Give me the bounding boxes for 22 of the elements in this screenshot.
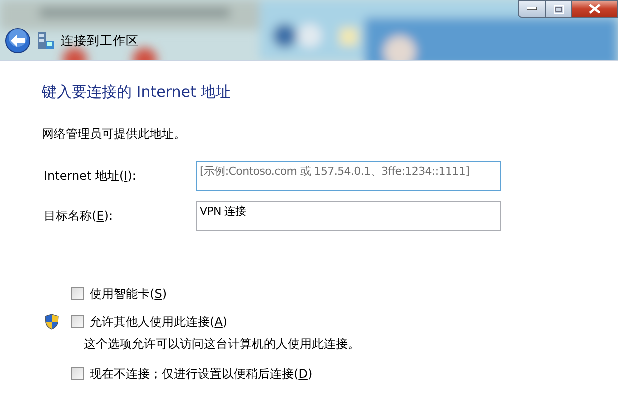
close-button[interactable] [572,0,618,18]
network-icon [37,31,55,51]
minimize-icon [527,7,537,11]
option-label: 使用智能卡(S) [90,286,167,302]
minimize-button[interactable] [518,0,546,18]
hint-text: 网络管理员可提供此地址。 [42,126,187,142]
window-title: 连接到工作区 [61,32,139,50]
name-field[interactable]: VPN 连接 [196,200,501,230]
checkbox[interactable] [71,367,84,380]
option-label: 现在不连接；仅进行设置以便稍后连接(D) [90,366,313,382]
maximize-icon [554,4,564,14]
option-description: 这个选项允许可以访问这台计算机的人使用此连接。 [83,336,361,352]
checkbox[interactable] [71,315,84,328]
back-button[interactable] [5,28,31,54]
page-heading: 键入要连接的 Internet 地址 [42,82,232,103]
option-label: 允许其他人使用此连接(A) [90,314,228,330]
checkbox[interactable] [71,287,84,300]
close-icon [588,4,600,14]
field-label: Internet 地址(I): [43,168,138,184]
maximize-button[interactable] [546,0,572,18]
field-label: 目标名称(E): [43,208,114,224]
address-field[interactable]: [示例:Contoso.com 或 157.54.0.1、3ffe:1234::1111] [196,160,501,190]
